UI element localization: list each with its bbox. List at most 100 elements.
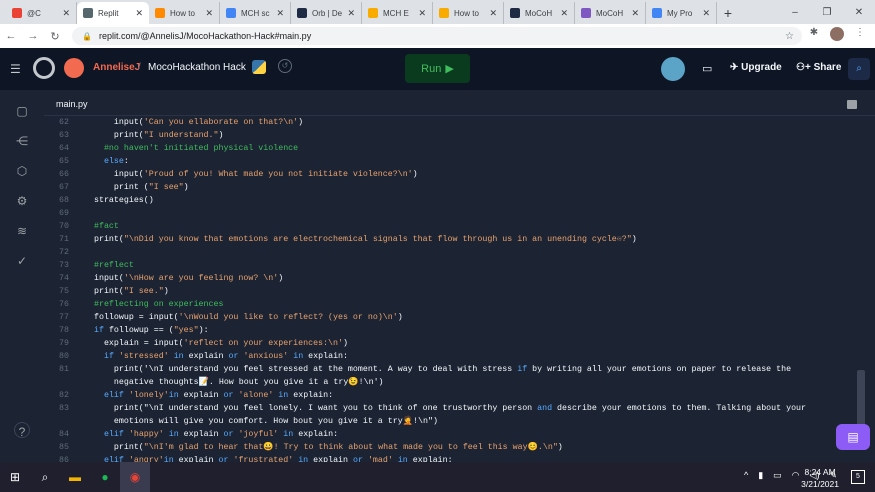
settings-gear-icon[interactable]: ⚙ xyxy=(14,194,30,210)
code-line[interactable]: 62 input('Can you ellaborate on that?\n'… xyxy=(44,116,856,129)
browser-tab[interactable]: MCH E ✕ xyxy=(362,2,433,24)
bot-avatar-icon[interactable] xyxy=(661,57,685,81)
file-explorer-icon[interactable]: ▬ xyxy=(60,462,90,492)
code-line[interactable]: 86 elif 'angry'in explain or 'frustrated… xyxy=(44,454,856,462)
browser-tab[interactable]: @C ✕ xyxy=(6,2,77,24)
browser-tab[interactable]: My Pro ✕ xyxy=(646,2,717,24)
code-line[interactable]: 84 elif 'happy' in explain or 'joyful' i… xyxy=(44,428,856,441)
browser-tab[interactable]: Replit ✕ xyxy=(77,2,149,24)
code-line[interactable]: 63 print("I understand.") xyxy=(44,129,856,142)
search-icon[interactable]: ⌕ xyxy=(848,58,870,80)
code-line[interactable]: 67 print ("I see") xyxy=(44,181,856,194)
tab-close-icon[interactable]: ✕ xyxy=(560,8,568,19)
code-text: print('\nI understand you feel stressed … xyxy=(94,365,792,374)
clock[interactable]: 8:24 AM 3/21/2021 xyxy=(801,466,839,490)
upgrade-button[interactable]: ✈ Upgrade xyxy=(730,62,782,73)
browser-tab[interactable]: Orb | De ✕ xyxy=(291,2,362,24)
add-user-icon: ⚇+ xyxy=(796,62,811,73)
tab-title: Orb | De xyxy=(312,8,343,18)
chevron-up-icon[interactable]: ^ xyxy=(744,470,748,481)
run-button[interactable]: Run ▶ xyxy=(405,54,470,83)
tab-close-icon[interactable]: ✕ xyxy=(205,8,213,19)
code-line[interactable]: 64 #no haven't initiated physical violen… xyxy=(44,142,856,155)
tab-close-icon[interactable]: ✕ xyxy=(62,8,70,19)
back-icon[interactable]: ← xyxy=(0,30,22,42)
address-bar[interactable]: 🔒 replit.com/@AnnelisJ/MocoHackathon-Hac… xyxy=(72,27,802,45)
forward-icon[interactable]: → xyxy=(22,30,44,42)
packages-icon[interactable]: ⬡ xyxy=(14,164,30,180)
chat-icon[interactable]: ▭ xyxy=(702,62,712,75)
editor-options-icon[interactable] xyxy=(847,100,857,109)
tab-close-icon[interactable]: ✕ xyxy=(135,8,143,19)
user-avatar[interactable] xyxy=(64,58,84,78)
close-window-icon[interactable]: ✕ xyxy=(843,0,875,24)
reload-icon[interactable]: ↻ xyxy=(44,30,66,43)
chat-fab-button[interactable]: ▤ xyxy=(836,424,870,450)
browser-tab[interactable]: How to ✕ xyxy=(149,2,220,24)
replit-logo-icon[interactable] xyxy=(33,57,55,79)
owner-name[interactable]: AnneliseJ xyxy=(93,62,140,73)
checkmark-icon[interactable]: ✓ xyxy=(14,254,30,270)
tab-close-icon[interactable]: ✕ xyxy=(276,8,284,19)
line-number: 63 xyxy=(59,131,69,140)
code-line[interactable]: 80 if 'stressed' in explain or 'anxious'… xyxy=(44,350,856,363)
code-line[interactable]: 75 print("I see.") xyxy=(44,285,856,298)
code-line[interactable]: 83 print("\nI understand you feel lonely… xyxy=(44,402,856,415)
code-line[interactable]: negative thoughts📝. How bout you give it… xyxy=(44,376,856,389)
code-line[interactable]: 74 input('\nHow are you feeling now? \n') xyxy=(44,272,856,285)
tab-close-icon[interactable]: ✕ xyxy=(418,8,426,19)
file-tab-main-py[interactable]: main.py xyxy=(56,99,88,109)
browser-tab[interactable]: How to ✕ xyxy=(433,2,504,24)
code-line[interactable]: 81 print('\nI understand you feel stress… xyxy=(44,363,856,376)
bookmark-star-icon[interactable]: ☆ xyxy=(785,31,794,42)
microphone-icon[interactable]: ▮ xyxy=(758,470,763,481)
code-line[interactable]: 71 print("\nDid you know that emotions ar… xyxy=(44,233,856,246)
clock-time: 8:24 AM xyxy=(804,467,836,477)
version-control-icon[interactable]: ⋲ xyxy=(14,134,30,150)
code-line[interactable]: 77 followup = input('\nWould you like to … xyxy=(44,311,856,324)
tab-close-icon[interactable]: ✕ xyxy=(631,8,639,19)
hamburger-menu-icon[interactable]: ☰ xyxy=(10,62,22,76)
notifications-icon[interactable]: 5 xyxy=(851,470,865,484)
browser-tab[interactable]: MCH sc ✕ xyxy=(220,2,291,24)
code-line[interactable]: 72 xyxy=(44,246,856,259)
profile-avatar[interactable] xyxy=(830,27,844,41)
code-line[interactable]: 68 strategies() xyxy=(44,194,856,207)
wifi-icon[interactable]: ◠ xyxy=(792,470,800,481)
database-icon[interactable]: ≋ xyxy=(14,224,30,240)
history-icon[interactable]: ↺ xyxy=(278,59,292,73)
new-tab-button[interactable]: + xyxy=(717,2,739,24)
chrome-icon[interactable]: ◉ xyxy=(120,462,150,492)
minimize-icon[interactable]: – xyxy=(779,0,811,24)
line-number: 77 xyxy=(59,313,69,322)
code-line[interactable]: emotions will give you comfort. How bout… xyxy=(44,415,856,428)
tab-close-icon[interactable]: ✕ xyxy=(489,8,497,19)
code-line[interactable]: 78 if followup == ("yes"): xyxy=(44,324,856,337)
tab-close-icon[interactable]: ✕ xyxy=(702,8,710,19)
share-button[interactable]: ⚇+ Share xyxy=(796,62,841,73)
code-line[interactable]: 85 print("\nI'm glad to hear that😀! Try … xyxy=(44,441,856,454)
search-taskbar-icon[interactable]: ⌕ xyxy=(30,462,60,492)
repl-name[interactable]: MocoHackathon Hack xyxy=(148,62,246,73)
help-icon[interactable]: ? xyxy=(14,422,30,439)
browser-tab[interactable]: MoCoH ✕ xyxy=(504,2,575,24)
code-line[interactable]: 76 #reflecting on experiences xyxy=(44,298,856,311)
code-line[interactable]: 69 xyxy=(44,207,856,220)
files-icon[interactable]: ▢ xyxy=(14,104,30,120)
code-line[interactable]: 66 input('Proud of you! What made you no… xyxy=(44,168,856,181)
restore-icon[interactable]: ❐ xyxy=(811,0,843,24)
spotify-icon[interactable]: ● xyxy=(90,462,120,492)
battery-icon[interactable]: ▭ xyxy=(773,470,782,481)
browser-tab[interactable]: MoCoH ✕ xyxy=(575,2,646,24)
code-area[interactable]: 62 input('Can you ellaborate on that?\n'… xyxy=(44,116,856,462)
extensions-icon[interactable]: ✱ xyxy=(807,27,821,41)
code-line[interactable]: 79 explain = input('reflect on your expe… xyxy=(44,337,856,350)
menu-icon[interactable]: ⋮ xyxy=(853,27,867,41)
tab-close-icon[interactable]: ✕ xyxy=(347,8,355,19)
windows-start-icon[interactable]: ⊞ xyxy=(0,462,30,492)
code-line[interactable]: 70 #fact xyxy=(44,220,856,233)
code-line[interactable]: 73 #reflect xyxy=(44,259,856,272)
code-line[interactable]: 65 else: xyxy=(44,155,856,168)
code-text: print ("I see") xyxy=(94,183,189,192)
code-line[interactable]: 82 elif 'lonely'in explain or 'alone' in… xyxy=(44,389,856,402)
